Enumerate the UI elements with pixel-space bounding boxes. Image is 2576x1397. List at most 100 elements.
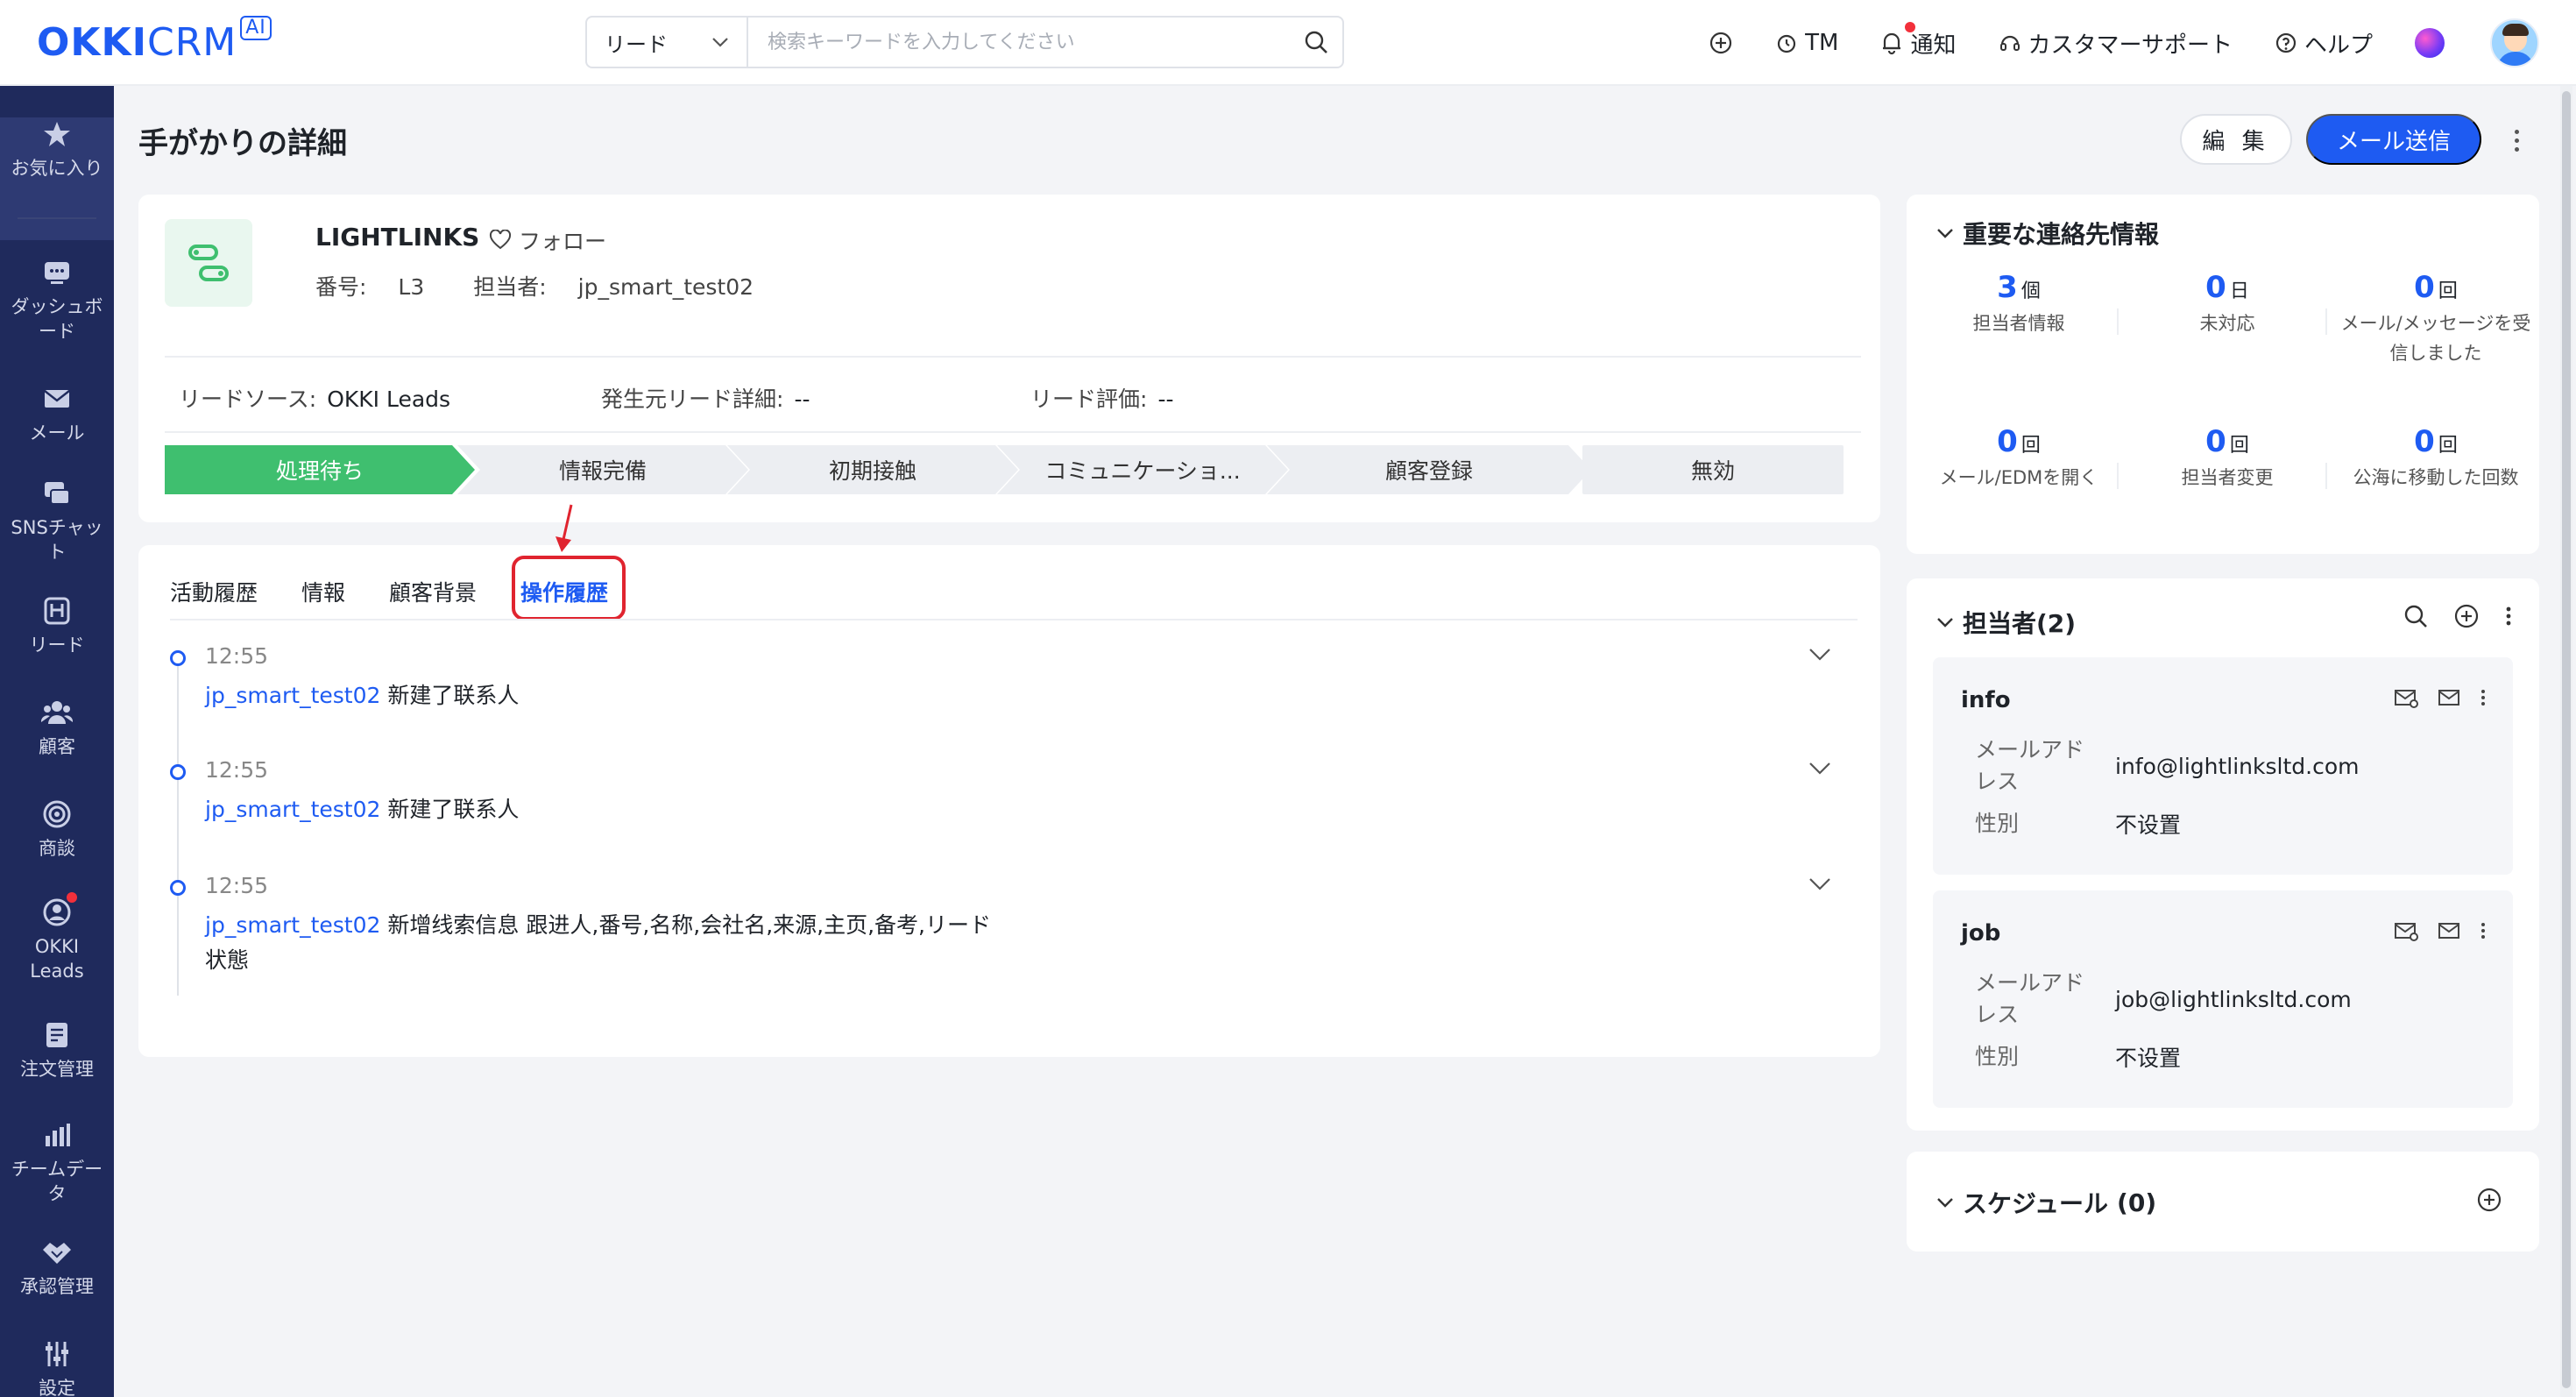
- sidebar-item-okki-leads[interactable]: OKKI Leads: [0, 892, 114, 983]
- more-vertical-icon[interactable]: [2480, 687, 2487, 708]
- tab-info[interactable]: 情報: [301, 576, 345, 607]
- lead-number: L3: [398, 274, 425, 300]
- stage-info-complete[interactable]: 情報完備: [457, 445, 748, 494]
- chevron-down-icon[interactable]: [1808, 647, 1831, 663]
- tm-button[interactable]: TM: [1775, 30, 1838, 56]
- stat-moved-to-pool: 0回 公海に移動した回数: [2353, 424, 2519, 488]
- sidebar-item-sns-chat[interactable]: SNSチャット: [0, 477, 114, 564]
- contact-name: info: [1961, 687, 2011, 713]
- entry-user-link[interactable]: jp_smart_test02: [205, 683, 380, 708]
- lead-meta: 番号: L3 担当者: jp_smart_test02: [315, 270, 803, 301]
- search-type-select[interactable]: リード: [587, 18, 748, 67]
- contact-item: info メールアドレスinfo@lightlinksltd.com 性別 不设置: [1933, 657, 2513, 875]
- user-avatar[interactable]: [2490, 18, 2539, 67]
- edm-mail-icon[interactable]: [2394, 687, 2418, 708]
- stage-initial-contact[interactable]: 初期接触: [727, 445, 1018, 494]
- stat-mail-opened: 0回 メール/EDMを開く: [1939, 424, 2098, 488]
- support-button[interactable]: カスタマーサポート: [1999, 27, 2233, 60]
- sidebar-item-team-data[interactable]: チームデータ: [0, 1118, 114, 1206]
- contact-email[interactable]: job@lightlinksltd.com: [2115, 987, 2352, 1012]
- lead-summary-card: LIGHTLINKS フォロー 番号: L3 担当者: jp_smart_test…: [138, 195, 1880, 522]
- entry-time: 12:55: [205, 757, 269, 783]
- follow-button[interactable]: フォロー: [489, 224, 606, 256]
- add-button[interactable]: [1709, 31, 1733, 55]
- more-vertical-icon[interactable]: [2504, 603, 2513, 629]
- search-icon[interactable]: [1290, 29, 1342, 55]
- chevron-down-icon: [1937, 1198, 1953, 1208]
- global-search: リード: [585, 16, 1344, 68]
- stat-messages-received: 0回 メール/メッセージを受信しました: [2340, 270, 2531, 364]
- send-mail-button[interactable]: メール送信: [2306, 114, 2481, 165]
- stage-communication[interactable]: コミュニケーショ...: [997, 445, 1288, 494]
- order-icon: [40, 1018, 74, 1052]
- sidebar-item-settings[interactable]: 設定: [0, 1337, 114, 1397]
- star-icon: [40, 117, 74, 151]
- more-vertical-icon[interactable]: [2480, 920, 2487, 941]
- stat-owner-changes: 0回 担当者変更: [2181, 424, 2274, 488]
- mail-icon[interactable]: [2438, 688, 2460, 707]
- stage-pending[interactable]: 処理待ち: [165, 445, 475, 494]
- entry-text: 新建了联系人: [387, 683, 520, 708]
- entry-user-link[interactable]: jp_smart_test02: [205, 912, 380, 938]
- sidebar-item-deals[interactable]: 商談: [0, 798, 114, 861]
- notification-button[interactable]: 通知: [1880, 21, 1957, 60]
- sidebar-item-dashboard[interactable]: ダッシュボード: [0, 256, 114, 344]
- contact-email-row: メールアドレスinfo@lightlinksltd.com: [1975, 737, 2360, 794]
- chevron-down-icon: [712, 38, 728, 47]
- page-title: 手がかりの詳細: [138, 126, 347, 161]
- tab-customer-background[interactable]: 顧客背景: [389, 576, 477, 607]
- sidebar-item-mail[interactable]: メール: [0, 382, 114, 445]
- help-button[interactable]: ヘルプ: [2275, 27, 2373, 60]
- target-icon: [40, 798, 74, 831]
- sidebar-item-orders[interactable]: 注文管理: [0, 1018, 114, 1081]
- entry-time: 12:55: [205, 643, 269, 669]
- sidebar-item-lead[interactable]: リード: [0, 594, 114, 657]
- stat-unreplied: 0日 未対応: [2199, 270, 2255, 334]
- support-label: カスタマーサポート: [2028, 32, 2233, 59]
- bell-icon: [1883, 32, 1901, 55]
- contacts-tools: [2403, 603, 2513, 629]
- edm-mail-icon[interactable]: [2394, 920, 2418, 941]
- chevron-down-icon[interactable]: [1808, 761, 1831, 777]
- stage-customer-registration[interactable]: 顧客登録: [1267, 445, 1591, 494]
- edit-button[interactable]: 編 集: [2180, 114, 2292, 165]
- headset-icon: [1999, 35, 2020, 51]
- okki-crm-logo[interactable]: OKKI CRM AI: [37, 16, 272, 67]
- plus-circle-icon[interactable]: [2453, 603, 2480, 629]
- approval-icon: [40, 1236, 74, 1269]
- notification-badge: [1905, 21, 1916, 32]
- chevron-down-icon[interactable]: [1808, 876, 1831, 892]
- sidebar-item-customers[interactable]: 顧客: [0, 696, 114, 759]
- dashboard-icon: [40, 256, 74, 289]
- schedule-card: スケジュール (0): [1907, 1152, 2539, 1252]
- key-contact-header[interactable]: 重要な連絡先情報: [1936, 216, 2159, 251]
- entry-user-link[interactable]: jp_smart_test02: [205, 797, 380, 822]
- page-scrollbar[interactable]: [2560, 86, 2572, 1397]
- search-icon[interactable]: [2403, 603, 2429, 629]
- mail-icon[interactable]: [2438, 921, 2460, 940]
- lead-name: LIGHTLINKS: [315, 223, 480, 252]
- schedule-count: (0): [2117, 1188, 2157, 1217]
- chevron-down-icon: [1937, 229, 1953, 238]
- contact-item: job メールアドレスjob@lightlinksltd.com 性別 不设置: [1933, 890, 2513, 1108]
- stage-invalid[interactable]: 無効: [1582, 445, 1844, 494]
- contacts-header[interactable]: 担当者(2): [1936, 605, 2076, 640]
- tab-activity-history[interactable]: 活動履歴: [170, 576, 258, 607]
- lead-icon: [40, 594, 74, 628]
- sidebar-item-favorites[interactable]: お気に入り: [0, 117, 114, 240]
- key-contact-card: 重要な連絡先情報 3個 担当者情報 0日 未対応 0回 メール/メッセージを受信…: [1907, 195, 2539, 554]
- lead-source-field: リードソース: OKKI Leads: [179, 386, 451, 412]
- chevron-down-icon: [1937, 618, 1953, 628]
- sidebar-item-approvals[interactable]: 承認管理: [0, 1236, 114, 1299]
- ai-assistant-icon[interactable]: [2415, 28, 2445, 58]
- plus-circle-icon[interactable]: [2476, 1187, 2502, 1213]
- contact-email[interactable]: info@lightlinksltd.com: [2115, 754, 2360, 779]
- schedule-title: スケジュール: [1963, 1189, 2109, 1218]
- lead-logo-icon: [165, 219, 252, 307]
- stage-pipeline: 処理待ち 情報完備 初期接触 コミュニケーショ... 顧客登録 無効: [165, 445, 1856, 494]
- okki-leads-badge: [67, 892, 77, 903]
- tm-label: TM: [1805, 30, 1839, 56]
- more-icon[interactable]: [2506, 123, 2527, 158]
- search-input[interactable]: [748, 31, 1290, 53]
- schedule-header[interactable]: スケジュール (0): [1936, 1185, 2156, 1220]
